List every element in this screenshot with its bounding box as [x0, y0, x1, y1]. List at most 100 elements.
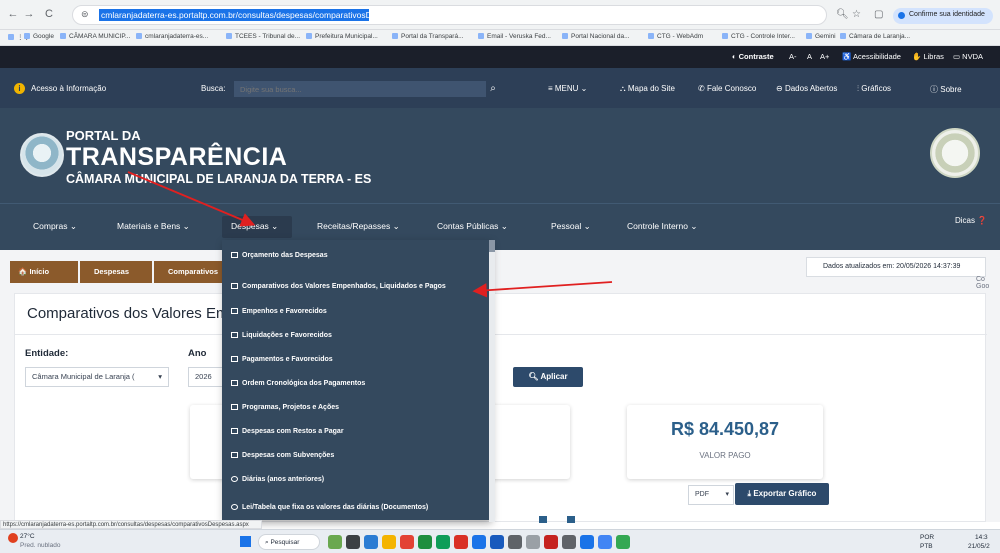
menu-item-empenhos[interactable]: Empenhos e Favorecidos	[231, 308, 327, 315]
breadcrumb-despesas[interactable]: Despesas	[80, 261, 152, 283]
clock-time[interactable]: 14:3	[975, 534, 988, 541]
menu-item-ordem-cronologica[interactable]: Ordem Cronológica dos Pagamentos	[231, 380, 365, 387]
nav-pessoal[interactable]: Pessoal ⌄	[551, 221, 591, 232]
contrast-button[interactable]: ◐ Contraste	[732, 52, 774, 61]
bookmark-prefeitura[interactable]: Prefeitura Municipal...	[306, 33, 378, 40]
breadcrumb-home[interactable]: 🏠 Início	[10, 261, 78, 283]
accessibility-button[interactable]: ♿ Acessibilidade	[842, 52, 901, 61]
app-icon[interactable]	[616, 535, 630, 549]
gmail-icon[interactable]	[544, 535, 558, 549]
url-text[interactable]: cmlaranjadaterra-es.portaltp.com.br/cons…	[99, 9, 369, 21]
nav-compras[interactable]: Compras ⌄	[33, 221, 77, 232]
nav-materiais[interactable]: Materiais e Bens ⌄	[117, 221, 190, 232]
font-increase-button[interactable]: A+	[820, 52, 829, 61]
bookmarks-bar: ⋮⋮ Google CÂMARA MUNICIP... cmlaranjadat…	[0, 30, 1000, 46]
back-icon[interactable]: ←	[6, 8, 20, 20]
nav-controle-interno[interactable]: Controle Interno ⌄	[627, 221, 697, 232]
nav-despesas[interactable]: Despesas ⌄	[231, 221, 278, 232]
contact-link[interactable]: ✆ Fale Conosco	[698, 84, 756, 93]
bookmark-camara[interactable]: CÂMARA MUNICIP...	[60, 33, 130, 40]
bookmark-tcees[interactable]: TCEES - Tribunal de...	[226, 33, 300, 40]
app-icon[interactable]	[526, 535, 540, 549]
language-indicator[interactable]: POR	[920, 534, 934, 541]
divider	[15, 334, 987, 335]
portal-label: PORTAL DA	[66, 128, 141, 143]
nvda-button[interactable]: ▭ NVDA	[953, 52, 983, 61]
app-icon[interactable]	[580, 535, 594, 549]
nav-receitas[interactable]: Receitas/Repasses ⌄	[317, 221, 400, 232]
app-icon[interactable]	[418, 535, 432, 549]
tab-icon[interactable]: ▢	[874, 9, 883, 20]
verify-identity-label: Confirme sua identidade	[909, 11, 985, 18]
forward-icon[interactable]: →	[22, 8, 36, 20]
menu-button[interactable]: ≡ MENU ⌄	[548, 84, 587, 93]
task-view-icon[interactable]	[346, 535, 360, 549]
card-valor-pago-value: R$ 84.450,87	[670, 419, 780, 439]
menu-item-orcamento[interactable]: Orçamento das Despesas	[231, 252, 328, 259]
search-label: Busca:	[201, 84, 226, 93]
bookmark-portal-transparencia[interactable]: Portal da Transpará...	[392, 33, 464, 40]
verify-identity-button[interactable]: Confirme sua identidade	[893, 8, 993, 24]
menu-item-pagamentos[interactable]: Pagamentos e Favorecidos	[231, 356, 333, 363]
libras-button[interactable]: ✋ Libras	[912, 52, 944, 61]
address-bar[interactable]: ⊜ cmlaranjadaterra-es.portaltp.com.br/co…	[72, 5, 827, 25]
export-chart-button[interactable]: ⤓ Exportar Gráfico	[735, 483, 829, 505]
bookmark-gemini[interactable]: Gemini	[806, 33, 836, 40]
clock-date[interactable]: 21/05/2	[968, 543, 990, 550]
bookmark-cmlaranja[interactable]: cmlaranjadaterra-es...	[136, 33, 208, 40]
help-link[interactable]: Dicas ❓	[955, 216, 987, 225]
bookmark-camara-laranja[interactable]: Câmara de Laranja...	[840, 33, 910, 40]
menu-item-lei-diarias[interactable]: Lei/Tabela que fixa os valores das diári…	[231, 504, 428, 511]
about-link[interactable]: ⓘ Sobre	[930, 84, 962, 95]
bookmark-google[interactable]: Google	[24, 33, 54, 40]
search-icon[interactable]: ⌕	[486, 81, 500, 97]
widgets-icon[interactable]	[328, 535, 342, 549]
app-icon[interactable]	[472, 535, 486, 549]
bookmark-email[interactable]: Email - Veruska Fed...	[478, 33, 551, 40]
bookmark-portal-nacional[interactable]: Portal Nacional da...	[562, 33, 630, 40]
menu-item-restos-a-pagar[interactable]: Despesas com Restos a Pagar	[231, 428, 344, 435]
dropdown-scrollbar[interactable]	[489, 240, 495, 522]
entity-select[interactable]: Câmara Municipal de Laranja ( ▾	[25, 367, 169, 387]
apply-button[interactable]: 🔍︎ Aplicar	[513, 367, 583, 387]
year-label: Ano	[188, 348, 207, 359]
weather-temp[interactable]: 27°C	[20, 533, 35, 540]
menu-item-comparativos[interactable]: Comparativos dos Valores Empenhados, Liq…	[231, 283, 446, 290]
zoom-icon[interactable]: 🔍︎	[836, 9, 849, 20]
explorer-icon[interactable]	[382, 535, 396, 549]
app-icon[interactable]	[598, 535, 612, 549]
weather-icon[interactable]	[8, 533, 18, 543]
access-info-link[interactable]: Acesso à Informação	[31, 84, 106, 93]
charts-link[interactable]: ⫶ Gráficos	[857, 84, 891, 94]
menu-item-subvencoes[interactable]: Despesas com Subvenções	[231, 452, 334, 459]
star-icon[interactable]: ☆	[852, 9, 861, 20]
search-input[interactable]	[234, 81, 486, 97]
menu-item-liquidacoes[interactable]: Liquidações e Favorecidos	[231, 332, 332, 339]
portal-logo[interactable]	[20, 133, 64, 177]
excel-icon[interactable]	[436, 535, 450, 549]
bookmark-ctg-controle[interactable]: CTG - Controle Inter...	[722, 33, 795, 40]
nav-contas-publicas[interactable]: Contas Públicas ⌄	[437, 221, 508, 232]
start-icon[interactable]	[240, 536, 251, 547]
word-icon[interactable]	[490, 535, 504, 549]
bookmark-ctg-webadm[interactable]: CTG - WebAdm	[648, 33, 703, 40]
font-decrease-button[interactable]: A-	[789, 52, 797, 61]
app-icon[interactable]	[508, 535, 522, 549]
menu-item-programas[interactable]: Programas, Projetos e Ações	[231, 404, 339, 411]
pdf-icon[interactable]	[454, 535, 468, 549]
app-icon[interactable]	[562, 535, 576, 549]
site-info-icon[interactable]: ⊜	[81, 9, 89, 20]
taskbar-search[interactable]: ⌕ Pesquisar	[258, 534, 320, 550]
menu-item-diarias[interactable]: Diárias (anos anteriores)	[231, 476, 324, 483]
sitemap-link[interactable]: ⛬ Mapa do Site	[620, 84, 675, 94]
export-format-select[interactable]: PDF ▾	[688, 485, 734, 505]
card-valor-pago: R$ 84.450,87 VALOR PAGO	[627, 405, 823, 479]
chrome-icon[interactable]	[400, 535, 414, 549]
app-icon[interactable]	[364, 535, 378, 549]
scrollbar-thumb[interactable]	[489, 240, 495, 252]
reload-icon[interactable]: C	[42, 8, 56, 20]
font-normal-button[interactable]: A	[807, 52, 812, 61]
chevron-down-icon: ▾	[158, 372, 162, 381]
open-data-link[interactable]: ⊖ Dados Abertos	[776, 84, 837, 93]
keyboard-layout[interactable]: PTB	[920, 543, 933, 550]
